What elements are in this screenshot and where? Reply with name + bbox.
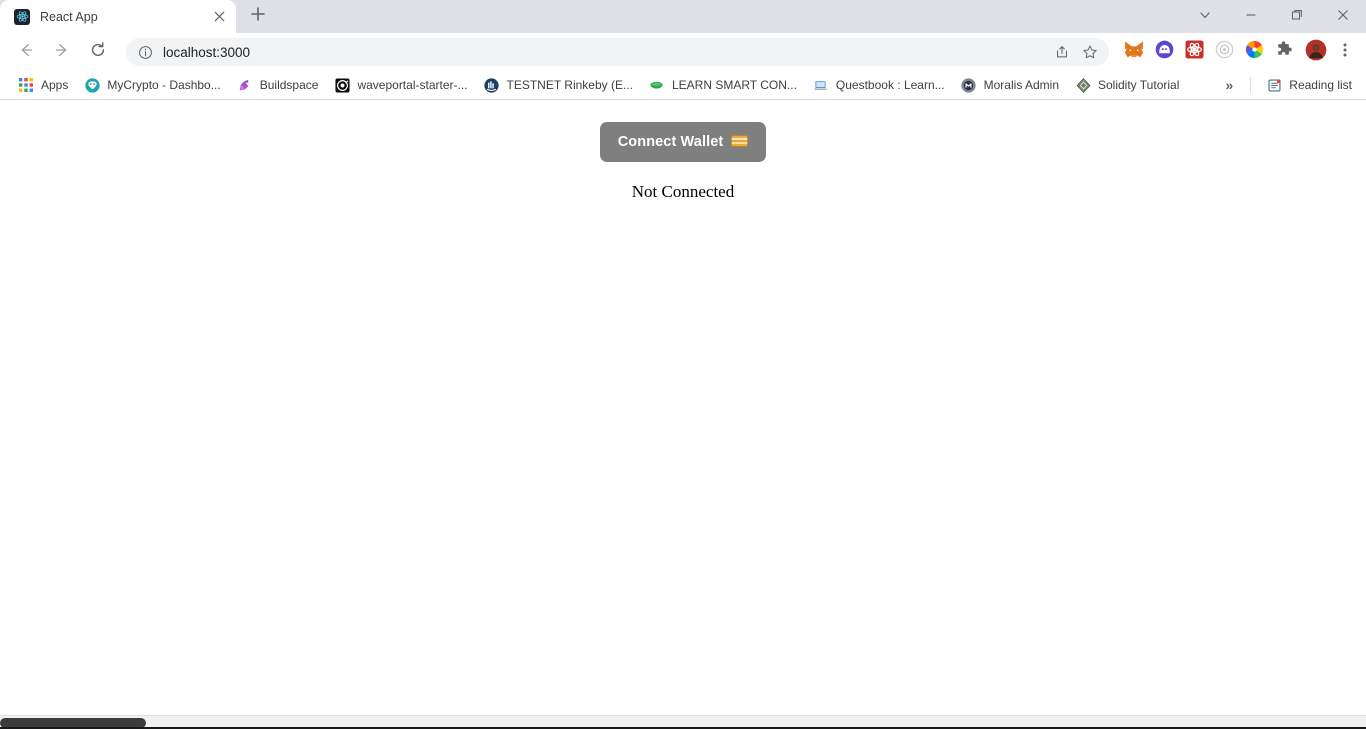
pinwheel-icon (1245, 40, 1264, 64)
close-tab-icon[interactable] (210, 8, 228, 26)
arrow-left-icon (17, 41, 35, 64)
browser-tab[interactable]: React App (0, 0, 236, 33)
bookmark-moralis-admin[interactable]: Moralis Admin (953, 73, 1067, 97)
react-app-root: Connect Wallet Not Connected (0, 100, 1366, 202)
toolbar-divider (1250, 77, 1252, 93)
new-tab-button[interactable] (244, 2, 272, 30)
browser-toolbar: localhost:3000 (0, 33, 1366, 71)
reload-button[interactable] (83, 37, 113, 67)
buildspace-icon (237, 77, 253, 93)
bookmark-label: Buildspace (259, 78, 319, 92)
bookmark-buildspace[interactable]: Buildspace (229, 73, 327, 97)
bookmark-label: MyCrypto - Dashbo... (107, 78, 221, 92)
bookmarks-bar-right: » Reading list (1216, 73, 1361, 97)
reading-list-button[interactable]: Reading list (1258, 73, 1360, 97)
bookmark-solidity-tutorial[interactable]: Solidity Tutorial (1067, 73, 1187, 97)
bookmark-label: Apps (41, 78, 69, 92)
maximize-icon (1291, 8, 1303, 26)
mycrypto-icon (84, 77, 100, 93)
bookmark-label: waveportal-starter-... (357, 78, 468, 92)
solidity-icon (1075, 77, 1091, 93)
profile-avatar[interactable] (1302, 38, 1330, 66)
red-square-icon (1184, 40, 1204, 64)
minimize-button[interactable] (1228, 0, 1274, 33)
star-icon[interactable] (1077, 39, 1103, 65)
ghost-icon (1155, 40, 1174, 64)
bookmark-waveportal[interactable]: waveportal-starter-... (326, 73, 475, 97)
puzzle-icon (1275, 40, 1293, 64)
chevron-double-right-icon[interactable]: » (1216, 77, 1244, 93)
maximize-button[interactable] (1274, 0, 1320, 33)
waveportal-icon (334, 77, 350, 93)
tab-search-button[interactable] (1182, 0, 1228, 33)
bookmark-questbook[interactable]: Questbook : Learn... (805, 73, 953, 97)
gem-icon (649, 77, 665, 93)
rarible-extension-button[interactable] (1180, 38, 1208, 66)
kebab-menu-icon (1337, 42, 1353, 63)
bookmark-label: LEARN SMART CON... (671, 78, 797, 92)
bookmark-label: Questbook : Learn... (835, 78, 945, 92)
chevron-down-icon (1199, 8, 1211, 26)
minimize-icon (1245, 8, 1257, 26)
window-controls (1182, 0, 1366, 33)
back-button[interactable] (11, 37, 41, 67)
omnibox-actions (1049, 39, 1103, 65)
tab-strip: React App (0, 0, 1366, 33)
tab-title: React App (40, 9, 98, 24)
info-circle-icon[interactable] (136, 43, 154, 61)
extension-icons (1120, 38, 1298, 66)
moralis-icon (961, 77, 977, 93)
laptop-icon (813, 77, 829, 93)
bookmark-label: TESTNET Rinkeby (E... (506, 78, 633, 92)
reading-list-icon (1266, 77, 1282, 93)
rainbow-extension-button[interactable] (1240, 38, 1268, 66)
connect-wallet-button[interactable]: Connect Wallet (599, 122, 767, 162)
url-text: localhost:3000 (163, 44, 251, 60)
bookmarks-bar: Apps MyCrypto - Dashbo... Buildspace wav… (0, 71, 1366, 100)
page-viewport: Connect Wallet Not Connected (0, 100, 1366, 729)
bookmark-learn-smart-contracts[interactable]: LEARN SMART CON... (641, 73, 805, 97)
bookmark-testnet-rinkeby[interactable]: TESTNET Rinkeby (E... (476, 73, 641, 97)
fox-icon (1124, 40, 1144, 64)
close-icon (1337, 8, 1349, 26)
browser-menu-button[interactable] (1332, 38, 1358, 66)
connection-status: Not Connected (631, 182, 735, 201)
bookmark-mycrypto[interactable]: MyCrypto - Dashbo... (76, 73, 228, 97)
metamask-extension-button[interactable] (1120, 38, 1148, 66)
apps-grid-icon (18, 77, 34, 93)
reading-list-label: Reading list (1289, 78, 1352, 92)
circle-icon (1215, 40, 1234, 64)
extensions-button[interactable] (1270, 38, 1298, 66)
phantom-extension-button[interactable] (1150, 38, 1178, 66)
forward-button[interactable] (47, 37, 77, 67)
react-icon (14, 8, 30, 25)
reload-icon (89, 41, 107, 64)
share-icon[interactable] (1049, 39, 1075, 65)
avatar-icon (1305, 39, 1327, 66)
bookmark-apps[interactable]: Apps (10, 73, 76, 97)
arrow-right-icon (53, 41, 71, 64)
credit-card-icon (731, 135, 749, 149)
ring-extension-button[interactable] (1210, 38, 1238, 66)
testnet-icon (484, 77, 500, 93)
bookmark-label: Solidity Tutorial (1098, 78, 1180, 92)
plus-icon (251, 6, 265, 26)
address-bar[interactable]: localhost:3000 (126, 38, 1109, 66)
close-window-button[interactable] (1320, 0, 1366, 33)
bookmark-label: Moralis Admin (983, 78, 1059, 92)
connect-wallet-label: Connect Wallet (617, 134, 724, 150)
